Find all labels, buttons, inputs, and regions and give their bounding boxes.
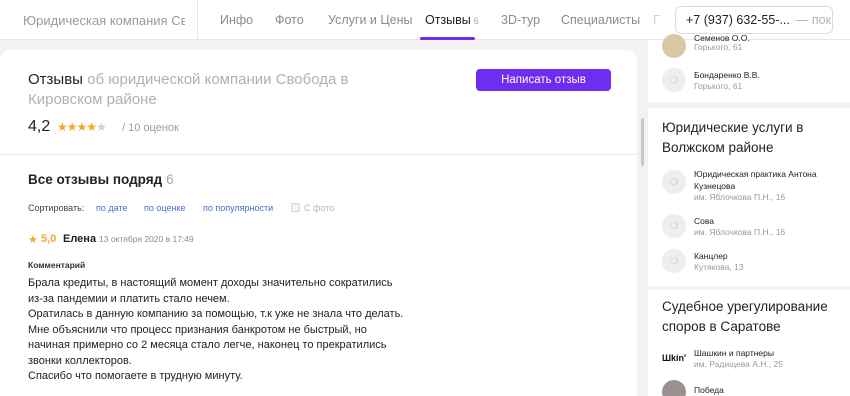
sidebar-section-title: Юридические услуги в Волжском районе <box>662 120 804 155</box>
item-name[interactable]: Бондаренко В.В. <box>694 69 844 81</box>
sort-label: Сортировать: <box>28 203 85 213</box>
placeholder-avatar-icon: ❍ <box>662 214 686 238</box>
review-star-icon: ★ <box>28 234 38 246</box>
item-address: Кутякова, 13 <box>694 262 744 272</box>
reviews-tab-count: 6 <box>473 16 479 26</box>
avatar <box>662 380 686 396</box>
tab-specialists[interactable]: Специалисты <box>561 13 640 27</box>
rating-count: / 10 оценок <box>122 122 179 134</box>
placeholder-avatar-icon: ❍ <box>662 68 686 92</box>
company-name[interactable]: Юридическая компания Свобода <box>23 13 185 28</box>
with-photo-checkbox[interactable] <box>291 203 300 212</box>
reviews-title: Отзывы <box>28 71 83 88</box>
review-text: Брала кредиты, в настоящий момент доходы… <box>28 276 408 385</box>
all-reviews-count: 6 <box>166 172 174 187</box>
review-line: Спасибо что помогаете в трудную минуту. <box>28 370 243 382</box>
section-divider <box>0 154 637 155</box>
phone-reveal-button[interactable]: +7 (937) 632-55-... — показать <box>675 6 833 34</box>
item-address: им. Яблочкова П.Н., 16 <box>694 227 786 237</box>
scrollbar-track[interactable] <box>637 40 648 396</box>
sort-by-date[interactable]: по дате <box>96 203 127 213</box>
item-address: им. Яблочкова П.Н., 16 <box>694 192 786 202</box>
tab-3d-tour[interactable]: 3D-тур <box>501 13 540 27</box>
all-reviews-heading: Все отзывы подряд 6 <box>28 172 174 187</box>
sidebar-section-title: Судебное урегулирование споров в Саратов… <box>662 299 828 334</box>
show-phone-label: — показать <box>795 13 832 27</box>
write-review-button[interactable]: Написать отзыв <box>476 69 611 91</box>
star-empty-icon: ★ <box>96 120 107 134</box>
star-icon: ★ <box>76 120 88 134</box>
comment-label: Комментарий <box>28 260 86 270</box>
review-line: Мне объяснили что процесс признания банк… <box>28 323 387 367</box>
review-line: Брала кредиты, в настоящий момент доходы… <box>28 277 393 305</box>
active-tab-indicator <box>420 37 475 40</box>
review-date: 13 октября 2020 в 17:49 <box>99 234 194 244</box>
tab-info[interactable]: Инфо <box>220 13 253 27</box>
reviews-heading: Отзывы об юридической компании Свобода в… <box>28 70 408 110</box>
sidebar-card-top: Семенов О.О. Горького, 61 ❍ Бондаренко В… <box>648 33 850 102</box>
tab-services-prices[interactable]: Услуги и Цены <box>328 13 412 27</box>
item-address: Горького, 61 <box>694 42 743 52</box>
placeholder-avatar-icon: ❍ <box>662 249 686 273</box>
sidebar-card-volzhsky: Юридические услуги в Волжском районе ❍ Ю… <box>648 108 850 286</box>
item-name[interactable]: Шашкин и партнеры <box>694 347 844 359</box>
review-author[interactable]: Елена <box>63 233 96 245</box>
with-photo-label[interactable]: С фото <box>304 203 334 213</box>
scrollbar-thumb[interactable] <box>641 118 644 166</box>
item-name[interactable]: Сова <box>694 215 844 227</box>
sort-by-rating[interactable]: по оценке <box>144 203 185 213</box>
star-icon: ★ <box>66 120 78 134</box>
review-score: 5,0 <box>41 233 57 245</box>
item-name[interactable]: Юридическая практика Антона Кузнецова <box>694 168 844 192</box>
star-icon: ★ <box>57 120 68 134</box>
rating-stars: ★★★★★ <box>57 120 107 134</box>
avatar <box>662 34 686 58</box>
star-icon: ★ <box>86 120 97 134</box>
tab-truncated[interactable]: Г <box>653 13 660 27</box>
all-reviews-title: Все отзывы подряд <box>28 172 163 187</box>
phone-number: +7 (937) 632-55-... <box>686 13 790 27</box>
placeholder-avatar-icon: ❍ <box>662 170 686 194</box>
company-logo: Шkin' <box>662 346 686 370</box>
item-name[interactable]: Победа <box>694 384 844 396</box>
item-address: им. Радищева А.Н., 25 <box>694 359 783 369</box>
item-address: Горького, 61 <box>694 81 743 91</box>
item-name[interactable]: Канцлер <box>694 250 844 262</box>
tab-photo[interactable]: Фото <box>275 13 304 27</box>
sidebar-card-saratov: Судебное урегулирование споров в Саратов… <box>648 290 850 396</box>
topbar-divider <box>197 0 198 40</box>
tab-reviews[interactable]: Отзывы 6 <box>425 13 479 27</box>
sort-by-popularity[interactable]: по популярности <box>203 203 273 213</box>
review-line: Оратилась в данную компанию за помощью, … <box>28 308 404 320</box>
overall-rating: 4,2 <box>28 118 51 135</box>
